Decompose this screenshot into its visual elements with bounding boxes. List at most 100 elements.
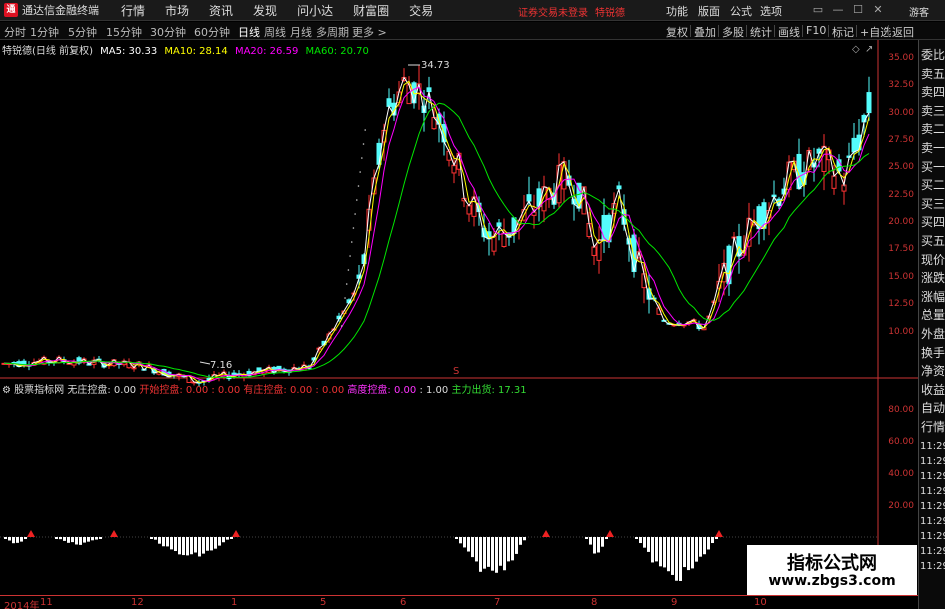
candle-body <box>866 92 872 114</box>
buy-triangle-icon <box>542 530 550 537</box>
side-tab[interactable]: 卖四 <box>920 83 945 101</box>
candle-body <box>386 98 392 107</box>
indicator-bar <box>91 537 94 541</box>
menu-news[interactable]: 资讯 <box>209 2 233 19</box>
menu-ask[interactable]: 问小达 <box>297 2 333 19</box>
f10-button[interactable]: F10 <box>806 24 826 37</box>
price-tick: 35.00 <box>888 53 914 63</box>
period-30min[interactable]: 30分钟 <box>150 24 186 40</box>
indicator-bar <box>597 537 600 553</box>
indicator-bar <box>585 537 588 539</box>
draw-line-button[interactable]: 画线 <box>778 24 800 40</box>
restore-icon[interactable]: ▭ <box>808 2 828 18</box>
menu-layout[interactable]: 版面 <box>698 3 720 19</box>
indicator-tick: 80.00 <box>888 405 914 415</box>
back-button[interactable]: 返回 <box>892 24 914 40</box>
guest-label[interactable]: 游客 <box>909 4 929 19</box>
period-15min[interactable]: 15分钟 <box>106 24 142 40</box>
indicator-bar <box>651 537 654 563</box>
period-weekly[interactable]: 周线 <box>264 24 286 40</box>
signal-dot <box>361 157 363 159</box>
side-tab[interactable]: 买五 <box>920 232 945 250</box>
buy-triangle-icon <box>110 530 118 537</box>
side-tab[interactable]: 买三 <box>920 195 945 213</box>
period-monthly[interactable]: 月线 <box>290 24 312 40</box>
menu-discover[interactable]: 发现 <box>253 2 277 19</box>
side-tab[interactable]: 收益 <box>920 381 945 399</box>
side-tab[interactable]: 卖五 <box>920 65 945 83</box>
indicator-bar <box>475 537 478 562</box>
diamond-icon[interactable]: ◇ <box>852 44 860 55</box>
side-tab[interactable]: 买四 <box>920 213 945 231</box>
menu-options[interactable]: 选项 <box>760 3 782 19</box>
login-status[interactable]: 证券交易未登录 <box>518 4 588 19</box>
statistics-button[interactable]: 统计 <box>750 24 772 40</box>
menu-functions[interactable]: 功能 <box>666 3 688 19</box>
side-tab[interactable]: 现价 <box>920 251 945 269</box>
period-1min[interactable]: 1分钟 <box>30 24 59 40</box>
indicator-bar <box>16 537 19 543</box>
side-tab[interactable]: 委比 <box>920 46 945 64</box>
side-tab[interactable]: 涨跌 <box>920 269 945 287</box>
side-tab[interactable]: 总量 <box>920 306 945 324</box>
side-tab[interactable]: 卖一 <box>920 139 945 157</box>
indicator-bar <box>218 537 221 546</box>
minimize-icon[interactable]: — <box>828 2 848 18</box>
indicator-bar <box>170 537 173 550</box>
side-tab[interactable]: 净资 <box>920 362 945 380</box>
menu-market-quotes[interactable]: 行情 <box>121 2 145 19</box>
indicator-bar <box>182 537 185 556</box>
adjust-button[interactable]: 复权 <box>666 24 688 40</box>
multi-stock-button[interactable]: 多股 <box>722 24 744 40</box>
period-toolbar: 分时 1分钟 5分钟 15分钟 30分钟 60分钟 日线 周线 月线 多周期 更… <box>0 22 945 40</box>
buy-triangle-icon <box>606 530 614 537</box>
menu-wealth-circle[interactable]: 财富圈 <box>353 2 389 19</box>
side-tab[interactable]: 买一 <box>920 158 945 176</box>
indicator-bar <box>158 537 161 544</box>
maximize-icon[interactable]: ☐ <box>848 2 868 18</box>
side-tab[interactable]: 行情 <box>920 418 945 436</box>
signal-dot <box>354 213 356 215</box>
title-bar: 通 通达信金融终端 行情 市场 资讯 发现 问小达 财富圈 交易 证券交易未登录… <box>0 0 945 21</box>
menu-trade[interactable]: 交易 <box>409 2 433 19</box>
date-tick: 1 <box>231 597 238 608</box>
indicator-bar <box>487 537 490 567</box>
toolbar-divider <box>856 25 857 37</box>
indicator-bar <box>455 537 458 539</box>
side-tab[interactable]: 自动 <box>920 399 945 417</box>
side-tab[interactable]: 卖二 <box>920 120 945 138</box>
menu-market[interactable]: 市场 <box>165 2 189 19</box>
period-more[interactable]: 更多 > <box>352 24 387 40</box>
period-daily[interactable]: 日线 <box>238 24 260 40</box>
candle-body <box>426 87 432 93</box>
period-multi[interactable]: 多周期 <box>316 24 349 40</box>
indicator-bar <box>467 537 470 552</box>
indicator-bar <box>471 537 474 558</box>
watermark-url: www.zbgs3.com <box>768 573 896 589</box>
side-tab[interactable]: 换手 <box>920 344 945 362</box>
expand-icon[interactable]: ↗ <box>865 44 873 55</box>
period-5min[interactable]: 5分钟 <box>68 24 97 40</box>
price-tick: 25.00 <box>888 162 914 172</box>
indicator-bar <box>166 537 169 547</box>
side-tab[interactable]: 买二 <box>920 176 945 194</box>
menu-formula[interactable]: 公式 <box>730 3 752 19</box>
close-icon[interactable]: ✕ <box>868 2 888 18</box>
price-tick: 15.00 <box>888 272 914 282</box>
indicator-header: ⚙ 股票指标网 无庄控盘: 0.00 开始控盘: 0.00 : 0.00 有庄控… <box>2 381 527 396</box>
overlay-button[interactable]: 叠加 <box>694 24 716 40</box>
side-tab[interactable]: 卖三 <box>920 102 945 120</box>
mark-button[interactable]: 标记 <box>832 24 854 40</box>
indicator-bar <box>483 537 486 569</box>
indicator-name[interactable]: 股票指标网 <box>14 385 64 396</box>
period-intraday[interactable]: 分时 <box>4 24 26 40</box>
candle-body <box>851 137 857 153</box>
buy-triangle-icon <box>27 530 35 537</box>
sell-marker: S <box>453 366 459 377</box>
add-watchlist-button[interactable]: +自选 <box>860 24 891 40</box>
kline-chart[interactable]: 34.73 7.16 S ◇ ↗ <box>0 40 918 595</box>
gear-icon[interactable]: ⚙ <box>2 385 11 396</box>
side-tab[interactable]: 外盘 <box>920 325 945 343</box>
period-60min[interactable]: 60分钟 <box>194 24 230 40</box>
side-tab[interactable]: 涨幅 <box>920 288 945 306</box>
